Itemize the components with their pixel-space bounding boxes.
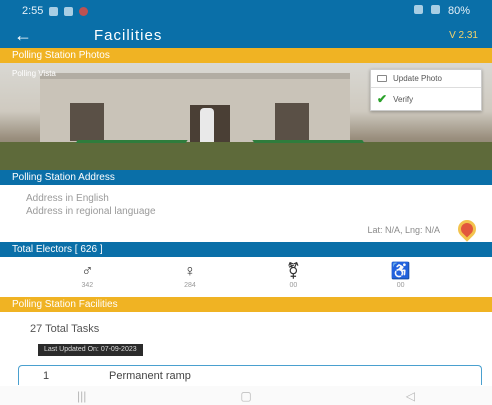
facility-label: Permanent ramp [109,369,191,382]
update-photo-label: Update Photo [393,74,442,83]
female-voter-icon: ♀ [183,262,196,280]
alert-icon [79,6,89,16]
address-english: Address in English [26,193,109,204]
back-arrow-icon[interactable]: ← [14,25,40,46]
check-icon: ✔ [377,92,388,106]
window-image [70,103,104,141]
electors-row: ♂ 342 ♀ 284 ⚧ 00 ♿ 00 [0,257,492,295]
elector-third-gender: ⚧ 00 [286,262,301,289]
version-label: V 2.31 [449,29,478,41]
map-pin-icon[interactable] [454,216,480,242]
update-photo-button[interactable]: Update Photo [371,70,481,87]
notification-icon [49,6,59,16]
elector-female: ♀ 284 [183,262,196,289]
elector-male: ♂ 342 [81,262,94,289]
address-section-heading: Polling Station Address [0,170,492,185]
elector-count: 00 [289,281,298,289]
notification-icon [64,6,74,16]
railing-image [62,140,188,162]
elector-count: 00 [396,281,405,289]
elector-count: 284 [184,281,196,289]
railing-image [252,140,378,162]
third-gender-icon: ⚧ [286,262,301,280]
battery-level: 80% [447,5,470,17]
elector-count: 342 [81,281,94,289]
clock: 2:55 [22,5,44,17]
male-voter-icon: ♂ [81,262,94,280]
verify-label: Verify [393,94,414,104]
lat-lng-label: Lat: N/A, Lng: N/A [367,225,440,235]
polling-station-photo[interactable]: Polling Vista Update Photo ✔ Verify [0,63,492,170]
page-title: Facilities [94,26,163,44]
status-bar: 2:55 80% [0,0,492,22]
home-button[interactable]: ▢ [240,389,251,403]
wifi-icon [413,5,423,14]
facility-item[interactable]: 1 Permanent ramp [18,365,482,385]
elector-disabled: ♿ 00 [390,262,411,289]
verify-button[interactable]: ✔ Verify [371,87,481,110]
app-bar: ← Facilities V 2.31 [0,22,492,48]
photo-menu: Update Photo ✔ Verify [370,69,482,111]
photos-section-heading: Polling Station Photos [0,48,492,63]
last-updated-badge: Last Updated On: 07-09-2023 [38,344,143,356]
system-nav-bar: ||| ▢ ◁ [0,386,492,405]
window-image [275,103,309,141]
facility-index: 1 [43,369,50,382]
total-tasks: 27 Total Tasks [30,323,100,335]
electors-section-heading: Total Electors [ 626 ] [0,242,492,257]
system-back-button[interactable]: ◁ [406,389,415,403]
address-block: Address in English Address in regional l… [0,186,492,242]
recents-button[interactable]: ||| [77,389,86,403]
signal-icon [430,5,440,14]
photo-caption: Polling Vista [12,69,56,78]
camera-icon [377,75,387,82]
disabled-voter-icon: ♿ [390,262,411,280]
address-regional: Address in regional language [26,206,156,217]
facilities-section-heading: Polling Station Facilities [0,297,492,312]
